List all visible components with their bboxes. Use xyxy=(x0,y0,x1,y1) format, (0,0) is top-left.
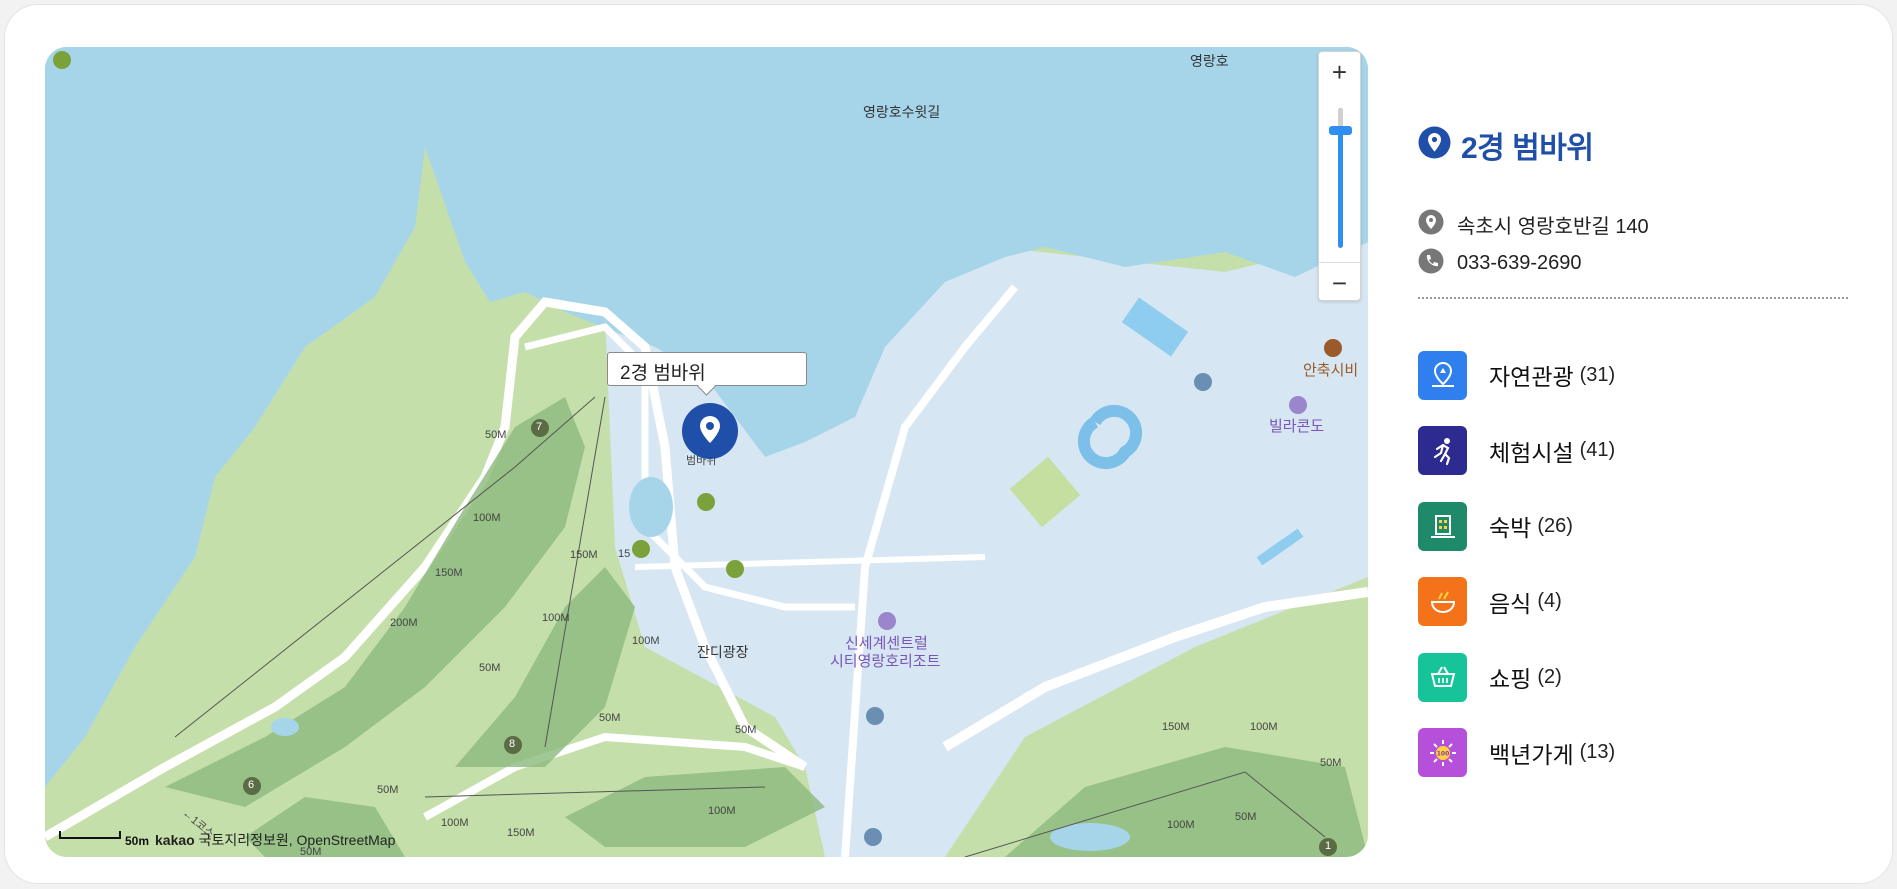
category-count: (2) xyxy=(1537,665,1562,688)
hundred-year-store-icon: 100 xyxy=(1418,728,1467,777)
hole-number: 6 xyxy=(248,779,255,791)
scale-bar xyxy=(59,831,121,839)
category-name: 체험시설 xyxy=(1489,439,1574,466)
distance-marker: 150M xyxy=(507,827,535,839)
running-person-icon xyxy=(1418,426,1467,475)
zoom-slider-handle[interactable] xyxy=(1329,126,1352,135)
place-meta: 속초시 영랑호반길 140 033-639-2690 xyxy=(1418,205,1848,283)
place-info-panel: 2경 범바위 속초시 영랑호반길 140 033-639-2690 자연관광 (… xyxy=(1418,123,1848,803)
hole-number: 7 xyxy=(536,421,543,433)
distance-marker: 15 xyxy=(618,548,631,560)
map-label-info: 안축시비 xyxy=(1303,362,1359,379)
distance-marker: 50M xyxy=(599,712,621,724)
map-label-villa: 빌라콘도 xyxy=(1269,418,1325,435)
phone-text[interactable]: 033-639-2690 xyxy=(1457,252,1582,275)
nature-pin-icon xyxy=(1418,350,1467,400)
distance-marker: 150M xyxy=(570,549,598,561)
place-title: 2경 범바위 xyxy=(1461,132,1594,165)
category-count: (13) xyxy=(1579,741,1616,763)
location-marker-icon[interactable] xyxy=(681,402,739,460)
category-nature[interactable]: 자연관광 (31) xyxy=(1418,350,1848,400)
distance-marker: 50M xyxy=(1235,811,1257,823)
attribution-text: 국토지리정보원, OpenStreetMap xyxy=(198,832,396,848)
category-list: 자연관광 (31) 체험시설 (41) 숙박 (26) 음식 (4) 쇼핑 (2… xyxy=(1418,350,1848,778)
category-name: 음식 xyxy=(1489,590,1532,617)
scale-label: 50m xyxy=(125,834,150,848)
distance-marker: 100M xyxy=(708,805,736,817)
distance-marker: 50M xyxy=(377,784,399,796)
category-name: 숙박 xyxy=(1489,515,1532,541)
phone-row: 033-639-2690 xyxy=(1418,244,1848,283)
distance-marker: 100M xyxy=(542,612,570,624)
category-count: (31) xyxy=(1579,363,1616,386)
distance-marker: 100M xyxy=(632,635,660,647)
address-pin-icon xyxy=(1418,209,1444,241)
category-lodging[interactable]: 숙박 (26) xyxy=(1418,501,1848,551)
distance-marker: 100M xyxy=(1250,721,1278,733)
map-label-resort-2: 시티영랑호리조트 xyxy=(830,653,941,670)
category-count: (4) xyxy=(1537,590,1562,612)
category-count: (41) xyxy=(1579,439,1616,461)
map-label-plaza: 잔디광장 xyxy=(697,644,749,660)
food-bowl-icon xyxy=(1418,577,1467,626)
map-label-lake: 영랑호 xyxy=(1190,53,1229,69)
distance-marker: 200M xyxy=(390,617,418,629)
svg-text:100: 100 xyxy=(1436,750,1449,757)
place-title-row: 2경 범바위 xyxy=(1418,123,1848,167)
zoom-out-button[interactable]: − xyxy=(1319,263,1360,303)
category-name: 쇼핑 xyxy=(1489,666,1532,692)
category-century-store[interactable]: 100 백년가게 (13) xyxy=(1418,728,1848,778)
distance-marker: 50M xyxy=(1320,757,1342,769)
category-food[interactable]: 음식 (4) xyxy=(1418,577,1848,627)
zoom-control: + − xyxy=(1318,51,1361,301)
map-label-road: 영랑호수윗길 xyxy=(863,104,941,120)
distance-marker: 100M xyxy=(441,817,469,829)
category-name: 자연관광 xyxy=(1489,364,1574,390)
address-text: 속초시 영랑호반길 140 xyxy=(1457,216,1649,238)
info-divider xyxy=(1418,297,1848,299)
distance-marker: 100M xyxy=(473,512,501,524)
distance-marker: 150M xyxy=(435,567,463,579)
zoom-track-empty xyxy=(1338,108,1343,128)
address-row: 속초시 영랑호반길 140 xyxy=(1418,205,1848,244)
category-name: 백년가게 xyxy=(1489,741,1574,768)
map-view[interactable]: 영랑호 영랑호수윗길 잔디광장 신세계센트럴 시티영랑호리조트 빌라콘도 안축시… xyxy=(45,47,1368,857)
distance-marker: 50M xyxy=(735,724,757,736)
category-count: (26) xyxy=(1537,514,1573,537)
distance-marker: 50M xyxy=(479,662,501,674)
hole-number: 1 xyxy=(1325,840,1332,852)
map-attribution: kakao 국토지리정보원, OpenStreetMap xyxy=(155,830,395,850)
place-card: 영랑호 영랑호수윗길 잔디광장 신세계센트럴 시티영랑호리조트 빌라콘도 안축시… xyxy=(4,4,1893,884)
hole-number: 8 xyxy=(509,738,516,750)
category-experience[interactable]: 체험시설 (41) xyxy=(1418,426,1848,476)
phone-icon xyxy=(1418,248,1444,280)
distance-marker: 100M xyxy=(1167,819,1195,831)
distance-marker: 50M xyxy=(485,429,507,441)
hotel-building-icon xyxy=(1418,501,1467,551)
attribution-brand: kakao xyxy=(155,832,195,848)
location-pin-icon xyxy=(1418,126,1451,164)
marker-tooltip[interactable]: 2경 범바위 xyxy=(607,352,807,386)
category-shopping[interactable]: 쇼핑 (2) xyxy=(1418,652,1848,702)
distance-marker: 150M xyxy=(1162,721,1190,733)
shopping-basket-icon xyxy=(1418,652,1467,702)
zoom-in-button[interactable]: + xyxy=(1319,52,1360,92)
